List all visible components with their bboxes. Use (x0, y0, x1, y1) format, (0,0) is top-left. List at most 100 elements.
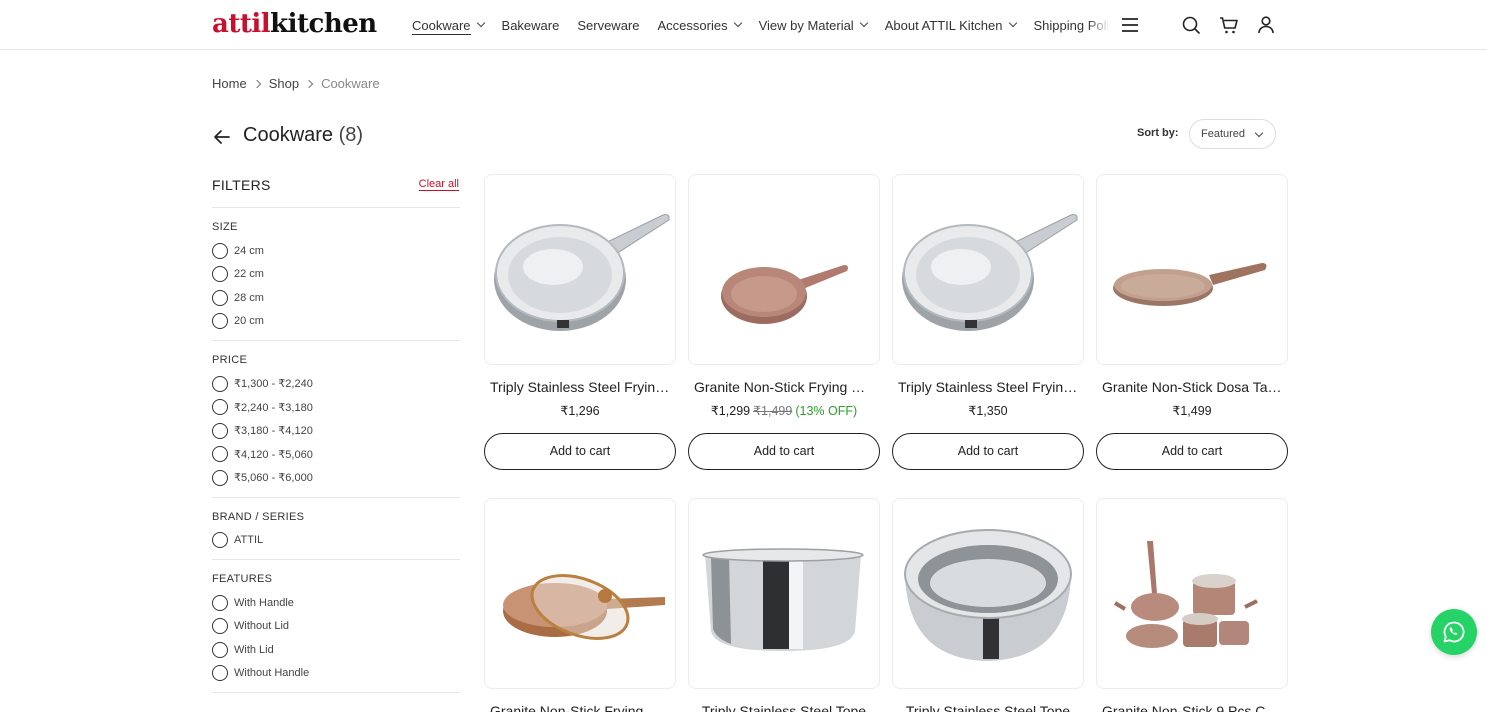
radio-button[interactable] (212, 399, 228, 416)
original-price: ₹1,499 (753, 404, 793, 418)
filter-option[interactable]: ATTIL (212, 529, 460, 553)
filter-option[interactable]: 24 cm (212, 239, 460, 263)
filter-group-brand: BRAND / SERIES ATTIL (212, 498, 460, 560)
filter-option[interactable]: 28 cm (212, 286, 460, 310)
filter-option[interactable]: ₹4,120 - ₹5,060 (212, 443, 460, 467)
filter-option[interactable]: Without Lid (212, 615, 460, 639)
breadcrumb-home[interactable]: Home (212, 76, 247, 91)
product-card[interactable]: Granite Non-Stick Frying Pan ₹1,299 ₹1,49… (688, 174, 880, 470)
add-to-cart-button[interactable]: Add to cart (892, 433, 1084, 470)
filter-option[interactable]: ₹2,240 - ₹3,180 (212, 396, 460, 420)
product-price: ₹1,499 (1172, 404, 1212, 418)
filter-group-price: PRICE ₹1,300 - ₹2,240 ₹2,240 - ₹3,180 ₹3… (212, 341, 460, 498)
filter-option[interactable]: ₹3,180 - ₹4,120 (212, 419, 460, 443)
product-name[interactable]: Triply Stainless Steel Tope (892, 702, 1084, 712)
radio-button[interactable] (212, 375, 228, 392)
product-name[interactable]: Triply Stainless Steel Frying Pan (484, 378, 676, 396)
sort-select[interactable]: Featured (1189, 119, 1276, 149)
product-price: ₹1,296 (560, 404, 600, 418)
account-icon[interactable] (1254, 13, 1278, 37)
nav-item-bakeware[interactable]: Bakeware (502, 0, 560, 50)
cart-icon[interactable] (1217, 13, 1241, 37)
filter-option[interactable]: Without Handle (212, 662, 460, 686)
chevron-down-icon (733, 18, 742, 28)
filters-title: FILTERS (212, 177, 271, 193)
radio-button[interactable] (212, 618, 228, 635)
nav-item-serveware[interactable]: Serveware (577, 0, 639, 50)
product-card[interactable]: Granite Non-Stick Dosa Tawa ₹1,499 Add t… (1096, 174, 1288, 470)
radio-button[interactable] (212, 532, 228, 549)
filter-group-title: PRICE (212, 354, 248, 366)
filters-header: FILTERS Clear all (212, 176, 460, 208)
breadcrumb: Home Shop Cookware (212, 76, 380, 91)
product-price: ₹1,350 (968, 404, 1008, 418)
add-to-cart-button[interactable]: Add to cart (484, 433, 676, 470)
product-image-granite-dosa-tawa[interactable] (1096, 174, 1288, 365)
radio-button[interactable] (212, 242, 228, 259)
back-arrow-icon[interactable] (211, 126, 233, 148)
site-logo[interactable]: attilkitchen (212, 8, 377, 40)
nav-item-view-by-material[interactable]: View by Material (759, 0, 868, 50)
nav-item-accessories[interactable]: Accessories (657, 0, 742, 50)
nav-item-cookware[interactable]: Cookware (412, 0, 485, 50)
breadcrumb-shop[interactable]: Shop (269, 76, 299, 91)
filter-option[interactable]: With Lid (212, 638, 460, 662)
product-image-steel-tope-wide[interactable] (892, 498, 1084, 689)
product-image-steel-frying-pan[interactable] (484, 174, 676, 365)
chevron-right-icon (304, 79, 314, 88)
product-image-granite-pan-lid[interactable] (484, 498, 676, 689)
radio-button[interactable] (212, 422, 228, 439)
radio-button[interactable] (212, 446, 228, 463)
filter-option[interactable]: ₹5,060 - ₹6,000 (212, 466, 460, 490)
filter-option[interactable]: With Handle (212, 591, 460, 615)
chevron-down-icon (1254, 128, 1264, 138)
filter-option[interactable]: 20 cm (212, 310, 460, 334)
chevron-down-icon (859, 18, 868, 28)
product-name[interactable]: Triply Stainless Steel Frying Pan (892, 378, 1084, 396)
filter-group-title: FEATURES (212, 573, 273, 585)
menu-icon[interactable] (1118, 13, 1142, 37)
filter-option[interactable]: ₹1,300 - ₹2,240 (212, 372, 460, 396)
radio-button[interactable] (212, 266, 228, 283)
clear-all-link[interactable]: Clear all (418, 178, 459, 191)
product-image-granite-frying-pan[interactable] (688, 174, 880, 365)
add-to-cart-button[interactable]: Add to cart (1096, 433, 1288, 470)
product-card[interactable]: Triply Stainless Steel Frying Pan ₹1,296… (484, 174, 676, 470)
site-header: attilkitchen Cookware Bakeware Serveware Ac… (0, 0, 1487, 50)
product-card[interactable]: Triply Stainless Steel Tope (892, 498, 1084, 712)
product-name[interactable]: Granite Non-Stick 9 Pcs Cookware Set (1096, 702, 1288, 712)
product-name[interactable]: Triply Stainless Steel Tope (688, 702, 880, 712)
product-image-steel-tope[interactable] (688, 498, 880, 689)
add-to-cart-button[interactable]: Add to cart (688, 433, 880, 470)
radio-button[interactable] (212, 289, 228, 306)
chevron-down-icon (476, 18, 485, 28)
product-image-steel-frying-pan[interactable] (892, 174, 1084, 365)
radio-button[interactable] (212, 313, 228, 330)
product-count: (8) (338, 124, 364, 146)
page-title: Cookware (8) (243, 124, 364, 146)
nav-item-about[interactable]: About ATTIL Kitchen (885, 0, 1017, 50)
product-image-granite-set[interactable] (1096, 498, 1288, 689)
filters-panel: FILTERS Clear all SIZE 24 cm 22 cm 28 cm… (212, 176, 460, 693)
product-card[interactable]: Granite Non-Stick Frying Pan with Lid (484, 498, 676, 712)
chevron-right-icon (252, 79, 261, 88)
filter-group-title: BRAND / SERIES (212, 510, 305, 523)
product-price: ₹1,299 ₹1,499 (13% OFF) (710, 404, 858, 418)
radio-button[interactable] (212, 641, 228, 658)
radio-button[interactable] (212, 665, 228, 682)
whatsapp-button[interactable] (1431, 609, 1477, 655)
filter-option[interactable]: 22 cm (212, 263, 460, 287)
radio-button[interactable] (212, 469, 228, 486)
search-icon[interactable] (1179, 13, 1203, 37)
sort-label: Sort by: (1137, 127, 1179, 139)
product-card[interactable]: Granite Non-Stick 9 Pcs Cookware Set (1096, 498, 1288, 712)
radio-button[interactable] (212, 594, 228, 611)
product-name[interactable]: Granite Non-Stick Frying Pan with Lid (484, 702, 676, 712)
product-name[interactable]: Granite Non-Stick Frying Pan (688, 378, 880, 396)
product-name[interactable]: Granite Non-Stick Dosa Tawa (1096, 378, 1288, 396)
product-card[interactable]: Triply Stainless Steel Tope (688, 498, 880, 712)
nav-fade (1088, 0, 1110, 49)
product-card[interactable]: Triply Stainless Steel Frying Pan ₹1,350… (892, 174, 1084, 470)
main-nav: Cookware Bakeware Serveware Accessories View… (412, 0, 1108, 50)
whatsapp-icon (1443, 621, 1465, 643)
